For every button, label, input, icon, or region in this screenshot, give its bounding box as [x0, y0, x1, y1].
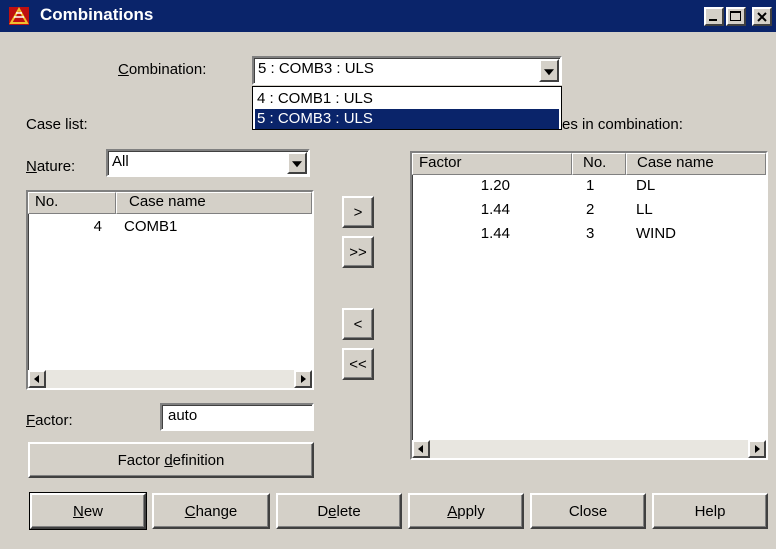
nature-label-mnemonic: N: [26, 158, 37, 175]
app-icon: [9, 6, 29, 25]
table-row[interactable]: 1.20 1 DL: [412, 175, 766, 199]
scroll-right-button[interactable]: [748, 440, 766, 458]
factor-definition-text-post: efinition: [172, 451, 225, 469]
close-icon: [757, 12, 767, 22]
factor-label-mnemonic: F: [26, 412, 36, 429]
cell-case-name: DL: [636, 177, 656, 194]
chevron-down-icon: [544, 68, 554, 75]
cell-case-name: COMB1: [124, 218, 178, 235]
cell-no: 3: [586, 225, 595, 242]
horizontal-scrollbar[interactable]: [412, 440, 766, 458]
arrow-right-icon: [301, 375, 306, 383]
scroll-left-button[interactable]: [412, 440, 430, 458]
factor-input-value: auto: [168, 407, 198, 424]
nature-label-text: ature:: [36, 158, 76, 175]
nature-dropdown-button[interactable]: [287, 152, 307, 174]
add-case-button[interactable]: >: [342, 196, 374, 228]
delete-label-post: lete: [336, 502, 361, 520]
cases-in-combination-table[interactable]: Factor No. Case name 1.20 1 DL 1.44 2 LL…: [410, 151, 768, 460]
case-list-label: Case list:: [26, 116, 88, 133]
column-header-no[interactable]: No.: [572, 153, 626, 175]
apply-button[interactable]: Apply: [408, 493, 524, 529]
combination-select[interactable]: 5 : COMB3 : ULS: [252, 56, 562, 85]
factor-definition-text-pre: Factor: [117, 451, 165, 469]
new-button[interactable]: New: [29, 492, 147, 530]
close-button[interactable]: [752, 7, 772, 26]
cell-factor: 1.44: [480, 201, 510, 218]
factor-definition-mnemonic: d: [164, 451, 173, 469]
column-header-factor[interactable]: Factor: [412, 153, 572, 175]
delete-label-pre: D: [317, 502, 329, 520]
nature-label: Nature:: [26, 158, 75, 175]
scroll-left-button[interactable]: [28, 370, 46, 388]
cell-factor: 1.20: [480, 177, 510, 194]
combination-label-text: ombination:: [128, 61, 207, 78]
minimize-icon: [709, 19, 717, 21]
scroll-right-button[interactable]: [294, 370, 312, 388]
dropdown-option[interactable]: 4 : COMB1 : ULS: [255, 89, 559, 109]
horizontal-scrollbar[interactable]: [28, 370, 312, 388]
maximize-button[interactable]: [726, 7, 746, 26]
combination-label-mnemonic: C: [118, 61, 129, 78]
delete-button[interactable]: De lete: [276, 493, 402, 529]
combination-dropdown-list: 4 : COMB1 : ULS 5 : COMB3 : ULS: [252, 86, 562, 130]
help-button[interactable]: Help: [652, 493, 768, 529]
chevron-down-icon: [292, 161, 302, 168]
remove-case-button[interactable]: <: [342, 308, 374, 340]
factor-label-text: actor:: [35, 412, 73, 429]
cases-in-combination-label: es in combination:: [562, 116, 683, 133]
apply-mnemonic: A: [447, 502, 458, 520]
arrow-left-icon: [34, 375, 39, 383]
factor-definition-button[interactable]: Factor d efinition: [28, 442, 314, 478]
column-header-case-name[interactable]: Case name: [626, 153, 766, 175]
minimize-button[interactable]: [704, 7, 724, 26]
factor-input[interactable]: auto: [160, 403, 314, 431]
column-header-no[interactable]: No.: [28, 192, 116, 214]
dropdown-option-selected[interactable]: 5 : COMB3 : ULS: [255, 109, 559, 129]
combinations-dialog: Combinations Combination: 5 : COMB3 : UL…: [0, 0, 776, 549]
new-mnemonic: N: [72, 502, 84, 520]
table-row[interactable]: 1.44 2 LL: [412, 199, 766, 223]
arrow-left-icon: [418, 445, 423, 453]
combination-label: Combination:: [118, 61, 206, 78]
nature-select-value: All: [112, 153, 129, 170]
cell-no: 1: [586, 177, 595, 194]
change-label: hange: [195, 502, 238, 520]
new-label: ew: [83, 502, 104, 520]
arrow-right-icon: [755, 445, 760, 453]
combination-dropdown-button[interactable]: [539, 59, 559, 82]
cell-case-name: WIND: [636, 225, 676, 242]
nature-select[interactable]: All: [106, 149, 310, 177]
maximize-icon: [730, 11, 741, 21]
close-dialog-button[interactable]: Close: [530, 493, 646, 529]
table-row[interactable]: 4 COMB1: [28, 216, 312, 238]
window-title: Combinations: [40, 5, 154, 24]
change-button[interactable]: Change: [152, 493, 270, 529]
combination-select-value: 5 : COMB3 : ULS: [258, 60, 374, 77]
column-header-case-name[interactable]: Case name: [116, 192, 312, 214]
apply-label: pply: [457, 502, 485, 520]
add-all-cases-button[interactable]: >>: [342, 236, 374, 268]
change-mnemonic: C: [184, 502, 196, 520]
delete-mnemonic: e: [328, 502, 337, 520]
cell-no: 2: [586, 201, 595, 218]
cell-factor: 1.44: [480, 225, 510, 242]
case-list-table[interactable]: No. Case name 4 COMB1: [26, 190, 314, 390]
table-row[interactable]: 1.44 3 WIND: [412, 223, 766, 247]
remove-all-cases-button[interactable]: <<: [342, 348, 374, 380]
factor-label: Factor:: [26, 412, 73, 429]
title-bar[interactable]: Combinations: [0, 0, 776, 32]
cell-no: 4: [93, 218, 102, 235]
cell-case-name: LL: [636, 201, 653, 218]
